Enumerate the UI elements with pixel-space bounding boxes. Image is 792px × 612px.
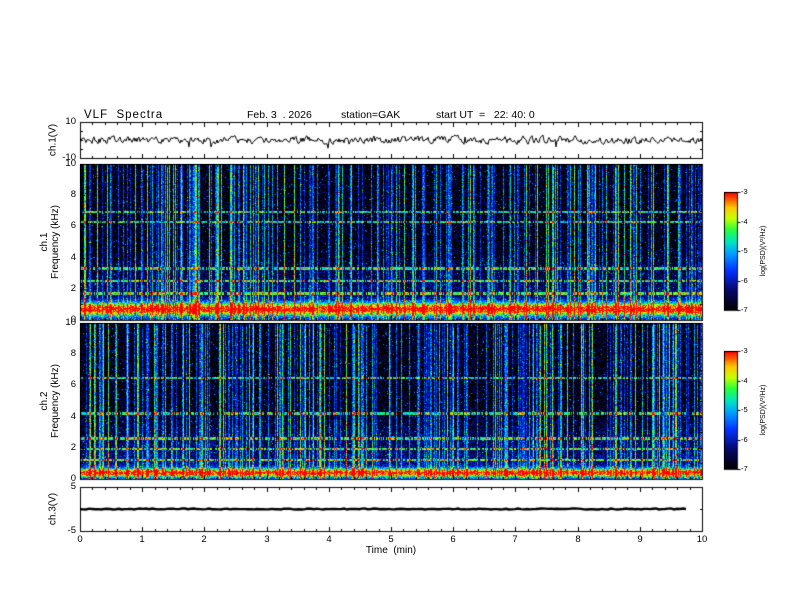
colorbar-2-tick-label: -6 (741, 434, 748, 444)
axes-overlay-canvas (0, 0, 792, 612)
x-tick-label: 5 (388, 534, 394, 545)
ch1_spec-ytick-label: 6 (70, 220, 76, 232)
ch3_wave-ytick-label: 5 (70, 481, 76, 492)
ch1-spec-ylabel-frequency: Frequency (kHz) (50, 205, 61, 279)
ch1_wave-ytick-label: 10 (65, 116, 76, 127)
x-tick-label: 0 (77, 534, 83, 545)
vlf-spectra-figure: VLF Spectra Feb. 3 . 2026 station=GAK st… (0, 0, 792, 612)
ch2_spec-ytick-label: 2 (70, 441, 76, 453)
colorbar-1-tick-label: -3 (741, 187, 748, 196)
x-tick-label: 1 (139, 534, 145, 545)
ch2_spec-ytick-label: 6 (70, 379, 76, 391)
colorbar-2-tick-label: -7 (741, 464, 748, 473)
x-tick-label: 3 (264, 534, 270, 545)
ch1_spec-ytick-label: 8 (70, 189, 76, 201)
ch2-spec-ylabel-frequency: Frequency (kHz) (50, 364, 61, 438)
colorbar-2-tick-label: -5 (741, 405, 748, 414)
colorbar-1-tick-label: -6 (741, 275, 748, 285)
x-tick-label: 6 (450, 534, 456, 545)
x-tick-label: 8 (575, 534, 581, 545)
header-date: Feb. 3 . 2026 (247, 109, 312, 121)
ch2_spec-ytick-label: 10 (65, 317, 76, 328)
ch2-spec-ylabel: ch.2 Frequency (kHz) (39, 364, 61, 438)
ch2-spec-ylabel-channel: ch.2 (39, 391, 50, 411)
ch1-wave-ylabel: ch.1(V) (47, 123, 59, 157)
header-station: station=GAK (341, 109, 401, 121)
ch1_spec-ytick-label: 2 (70, 282, 76, 294)
header-start-ut: start UT = 22: 40: 0 (436, 109, 535, 121)
x-tick-label: 7 (512, 534, 518, 545)
ch1-spec-ylabel: ch.1 Frequency (kHz) (39, 205, 61, 279)
x-tick-label: 2 (201, 534, 207, 545)
x-axis-label: Time (min) (365, 545, 417, 556)
colorbar-ch2-label: log(PSD)(V²/Hz) (760, 384, 767, 436)
x-tick-label: 9 (637, 534, 643, 545)
figure-title: VLF Spectra (84, 109, 164, 121)
x-tick-label: 10 (696, 534, 708, 545)
ch2_spec-ytick-label: 8 (70, 348, 76, 360)
ch3_wave-ytick-label: -5 (67, 525, 76, 536)
ch1_spec-ytick-label: 4 (70, 251, 76, 263)
ch1-spec-ylabel-channel: ch.1 (39, 232, 50, 252)
ch2_spec-ytick-label: 4 (70, 410, 76, 422)
x-tick-label: 4 (326, 534, 332, 545)
colorbar-1-tick-label: -5 (741, 246, 748, 255)
ch3-wave-ylabel: ch.3(V) (47, 492, 59, 526)
colorbar-1-tick-label: -4 (741, 216, 748, 226)
colorbar-ch1-label: log(PSD)(V²/Hz) (760, 225, 767, 277)
ch1_spec-ytick-label: 10 (65, 158, 76, 169)
colorbar-2-tick-label: -3 (741, 346, 748, 355)
colorbar-1-tick-label: -7 (741, 305, 748, 314)
colorbar-2-tick-label: -4 (741, 375, 748, 385)
